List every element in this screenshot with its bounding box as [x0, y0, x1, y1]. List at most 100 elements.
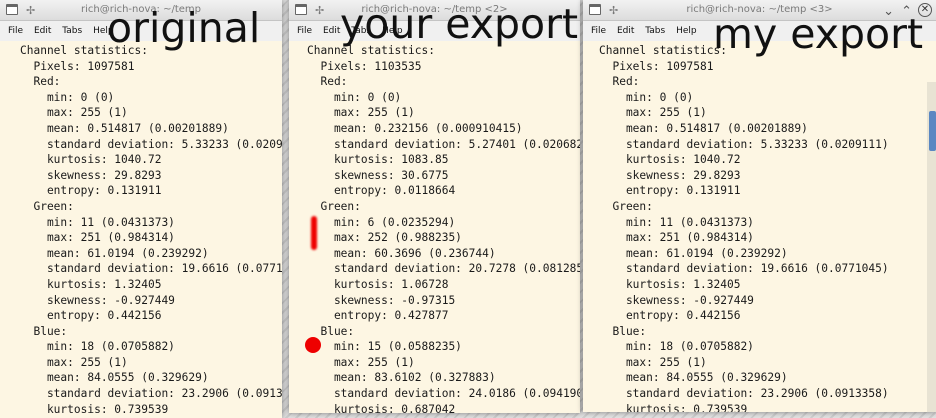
menu-file[interactable]: File [8, 26, 23, 36]
menu-help[interactable]: Help [382, 26, 403, 36]
terminal-line: mean: 61.0194 (0.239292) [599, 246, 788, 260]
terminal-line: Channel statistics: [599, 44, 727, 57]
terminal-line: standard deviation: 20.7278 (0.0812854) [307, 262, 580, 276]
menu-edit[interactable]: Edit [323, 26, 340, 36]
terminal-line: kurtosis: 1040.72 [599, 153, 741, 167]
terminal-line: entropy: 0.0118664 [307, 184, 456, 198]
menu-tabs[interactable]: Tabs [62, 26, 82, 36]
maximize-icon[interactable]: ⌃ [901, 2, 912, 22]
terminal-line: kurtosis: 1040.72 [20, 153, 162, 167]
terminal-line: skewness: 29.8293 [20, 168, 162, 182]
menu-edit[interactable]: Edit [617, 26, 634, 36]
terminal-line: Red: [20, 75, 61, 89]
menu-file[interactable]: File [297, 26, 312, 36]
window-title: rich@rich-nova: ~/temp [80, 4, 202, 15]
terminal-line: Green: [599, 199, 653, 213]
terminal-line: entropy: 0.131911 [599, 184, 741, 198]
terminal-line: kurtosis: 0.687042 [307, 402, 456, 413]
title-bar[interactable]: ✢ rich@rich-nova: ~/temp <3> ⌄ ⌃ ✕ [583, 0, 936, 21]
terminal-line: skewness: -0.97315 [307, 293, 456, 307]
terminal-line: max: 255 (1) [599, 106, 707, 120]
terminal-line: standard deviation: 24.0186 (0.0941906) [307, 387, 580, 401]
terminal-line: kurtosis: 0.739539 [20, 402, 169, 416]
terminal-line: standard deviation: 23.2906 (0.0913358) [20, 387, 282, 401]
terminal-line: Blue: [307, 324, 355, 338]
menu-tabs[interactable]: Tabs [645, 26, 665, 36]
terminal-line: Green: [20, 199, 74, 213]
terminal-window-your-export[interactable]: ✢ rich@rich-nova: ~/temp <2> File Edit T… [289, 0, 580, 413]
terminal-line: mean: 0.514817 (0.00201889) [599, 121, 808, 135]
terminal-line: kurtosis: 1.06728 [307, 277, 449, 291]
menu-edit[interactable]: Edit [34, 26, 51, 36]
menu-bar: File Edit Tabs Help [289, 21, 580, 42]
terminal-line: max: 255 (1) [20, 355, 128, 369]
terminal-line: mean: 84.0555 (0.329629) [599, 371, 788, 385]
red-highlight-mark [311, 216, 317, 250]
window-title: rich@rich-nova: ~/temp <2> [361, 4, 508, 15]
terminal-line: mean: 83.6102 (0.327883) [307, 371, 496, 385]
terminal-line: min: 18 (0.0705882) [20, 340, 175, 354]
terminal-line: mean: 0.514817 (0.00201889) [20, 121, 229, 135]
terminal-line: min: 11 (0.0431373) [20, 215, 175, 229]
menu-bar: File Edit Tabs Help [0, 21, 282, 42]
terminal-line: max: 255 (1) [599, 355, 707, 369]
terminal-line: standard deviation: 19.6616 (0.0771045) [599, 262, 889, 276]
terminal-line: Pixels: 1103535 [307, 59, 422, 73]
terminal-line: standard deviation: 19.6616 (0.0771045) [20, 262, 282, 276]
red-highlight-dot [305, 337, 321, 353]
terminal-output[interactable]: Channel statistics: Pixels: 1097581 Red:… [583, 41, 936, 412]
terminal-line: mean: 0.232156 (0.000910415) [307, 121, 523, 135]
terminal-line: max: 255 (1) [20, 106, 128, 120]
terminal-line: mean: 84.0555 (0.329629) [20, 371, 209, 385]
terminal-line: Green: [307, 199, 361, 213]
terminal-line: entropy: 0.427877 [307, 309, 449, 323]
terminal-line: entropy: 0.442156 [599, 309, 741, 323]
terminal-output[interactable]: Channel statistics: Pixels: 1097581 Red:… [0, 41, 282, 418]
terminal-line: Channel statistics: [307, 44, 435, 57]
terminal-line: kurtosis: 1.32405 [599, 277, 741, 291]
terminal-window-my-export[interactable]: ✢ rich@rich-nova: ~/temp <3> ⌄ ⌃ ✕ File … [583, 0, 936, 412]
terminal-window-original[interactable]: ✢ rich@rich-nova: ~/temp File Edit Tabs … [0, 0, 282, 418]
menu-help[interactable]: Help [676, 26, 697, 36]
terminal-line: Blue: [599, 324, 647, 338]
menu-help[interactable]: Help [93, 26, 114, 36]
menu-bar: File Edit Tabs Help [583, 21, 936, 42]
terminal-line: max: 255 (1) [307, 355, 415, 369]
terminal-line: Channel statistics: [20, 44, 148, 57]
terminal-line: min: 6 (0.0235294) [307, 215, 456, 229]
terminal-line: min: 11 (0.0431373) [599, 215, 754, 229]
terminal-line: mean: 61.0194 (0.239292) [20, 246, 209, 260]
terminal-line: max: 251 (0.984314) [20, 231, 175, 245]
terminal-output[interactable]: Channel statistics: Pixels: 1103535 Red:… [289, 41, 580, 413]
terminal-line: Red: [599, 75, 640, 89]
terminal-line: min: 0 (0) [599, 90, 694, 104]
terminal-line: skewness: 29.8293 [599, 168, 741, 182]
terminal-line: kurtosis: 1083.85 [307, 153, 449, 167]
terminal-line: max: 252 (0.988235) [307, 231, 462, 245]
title-bar[interactable]: ✢ rich@rich-nova: ~/temp [0, 0, 282, 21]
menu-tabs[interactable]: Tabs [351, 26, 371, 36]
scrollbar-thumb[interactable] [929, 111, 936, 151]
terminal-line: skewness: -0.927449 [20, 293, 175, 307]
terminal-line: mean: 60.3696 (0.236744) [307, 246, 496, 260]
terminal-line: min: 0 (0) [20, 90, 115, 104]
terminal-line: kurtosis: 1.32405 [20, 277, 162, 291]
terminal-line: max: 255 (1) [307, 106, 415, 120]
terminal-line: entropy: 0.442156 [20, 309, 162, 323]
terminal-line: standard deviation: 5.27401 (0.0206824) [307, 137, 580, 151]
terminal-line: Pixels: 1097581 [20, 59, 135, 73]
terminal-line: min: 0 (0) [307, 90, 402, 104]
terminal-line: standard deviation: 23.2906 (0.0913358) [599, 387, 889, 401]
menu-file[interactable]: File [591, 26, 606, 36]
terminal-line: min: 18 (0.0705882) [599, 340, 754, 354]
terminal-line: Red: [307, 75, 348, 89]
minimize-icon[interactable]: ⌄ [883, 2, 894, 22]
terminal-line: Pixels: 1097581 [599, 59, 714, 73]
terminal-line: Blue: [20, 324, 68, 338]
title-bar[interactable]: ✢ rich@rich-nova: ~/temp <2> [289, 0, 580, 21]
terminal-line: standard deviation: 5.33233 (0.0209111) [599, 137, 889, 151]
terminal-line: kurtosis: 0.739539 [599, 402, 748, 412]
terminal-line: entropy: 0.131911 [20, 184, 162, 198]
close-icon[interactable]: ✕ [918, 3, 932, 17]
terminal-line: skewness: 30.6775 [307, 168, 449, 182]
